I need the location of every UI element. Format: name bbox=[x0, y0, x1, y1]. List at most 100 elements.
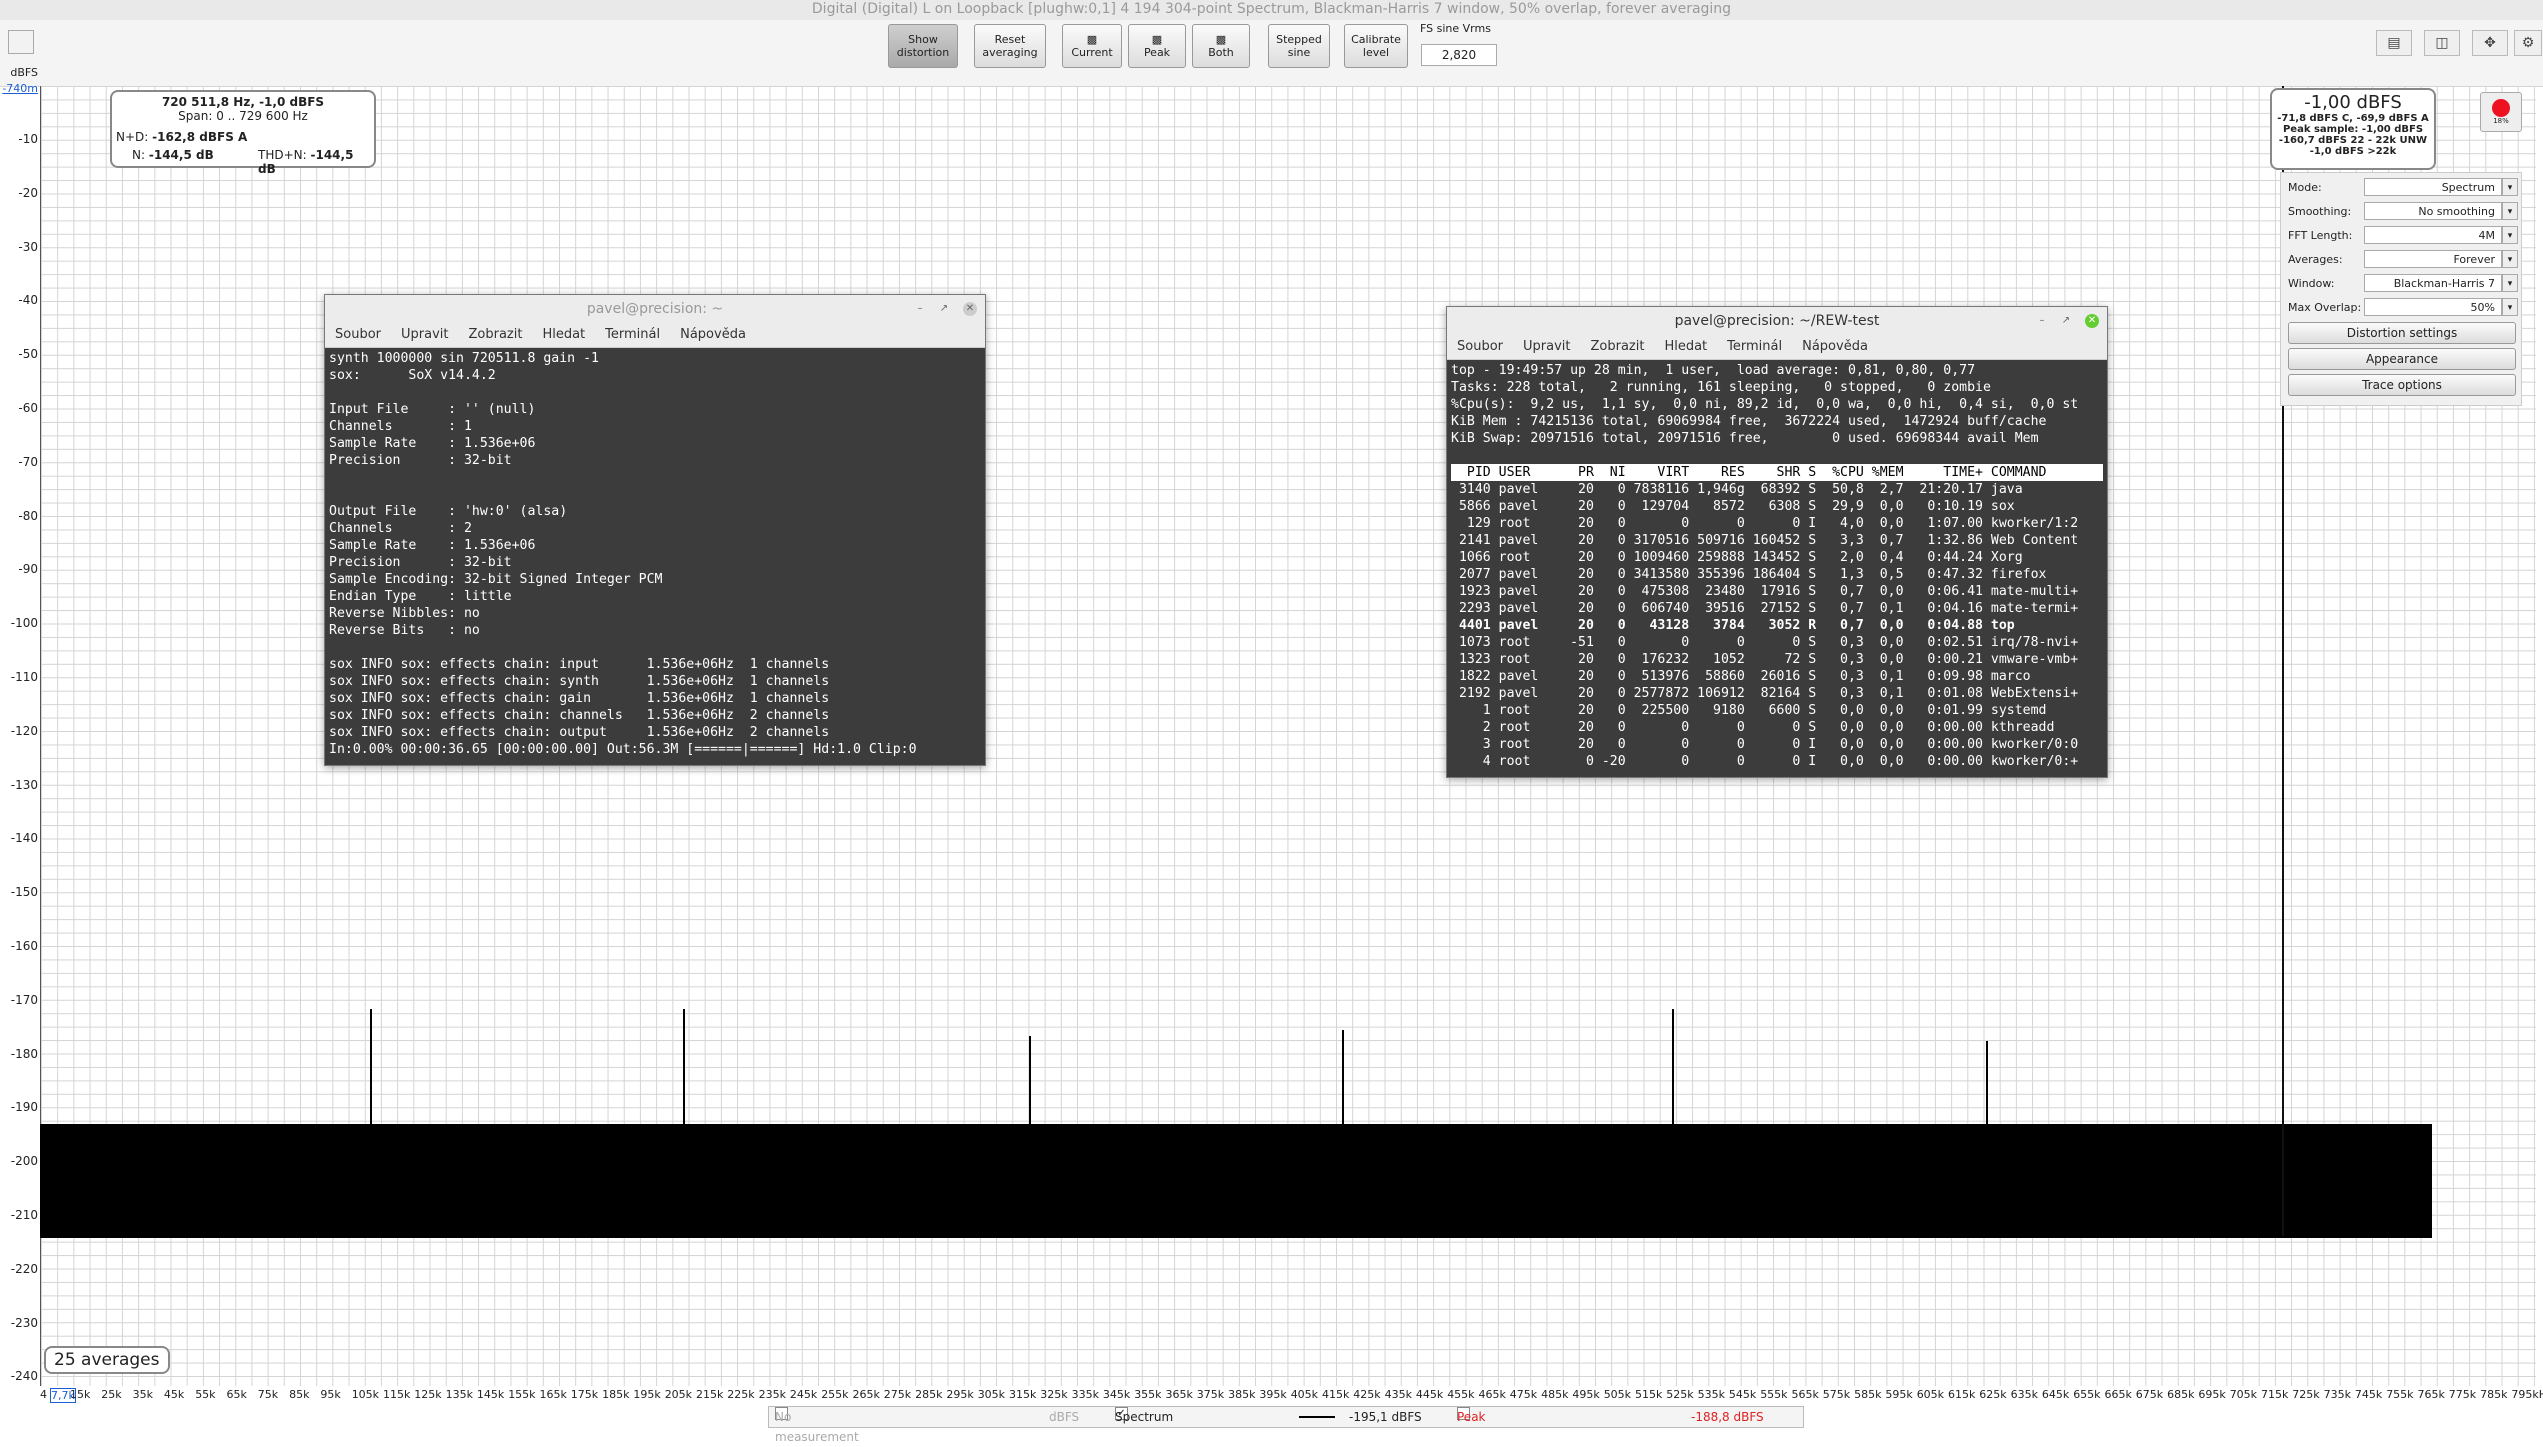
x-tick-label: 255k bbox=[821, 1388, 849, 1401]
menu-item[interactable]: Upravit bbox=[1523, 339, 1570, 354]
y-tick-label: -170 bbox=[10, 992, 38, 1007]
chevron-down-icon[interactable]: ▾ bbox=[2502, 226, 2518, 244]
y-tick-label: -150 bbox=[10, 885, 38, 900]
terminal-line: Channels : 1 bbox=[329, 419, 472, 434]
menu-item[interactable]: Hledat bbox=[1664, 339, 1707, 354]
chevron-down-icon[interactable]: ▾ bbox=[2502, 250, 2518, 268]
record-button[interactable]: 18% bbox=[2480, 92, 2522, 132]
chevron-down-icon[interactable]: ▾ bbox=[2502, 202, 2518, 220]
y-tick-label: -130 bbox=[10, 777, 38, 792]
terminal-line: sox: SoX v14.4.2 bbox=[329, 368, 496, 383]
menu-item[interactable]: Soubor bbox=[335, 327, 381, 342]
spectrum-spike bbox=[1985, 1041, 1988, 1130]
minimize-icon[interactable]: – bbox=[2035, 314, 2049, 328]
menu-item[interactable]: Nápověda bbox=[680, 327, 746, 342]
terminal-title-text: pavel@precision: ~/REW-test bbox=[1674, 313, 1880, 329]
x-tick-label: 525k bbox=[1666, 1388, 1694, 1401]
terminal-line: synth 1000000 sin 720511.8 gain -1 bbox=[329, 351, 599, 366]
x-tick-label: 485k bbox=[1541, 1388, 1569, 1401]
gear-icon[interactable]: ⚙ bbox=[2514, 30, 2542, 56]
menu-item[interactable]: Zobrazit bbox=[1590, 339, 1644, 354]
level-line4: -1,0 dBFS >22k bbox=[2309, 146, 2397, 157]
y-tick-label: -210 bbox=[10, 1208, 38, 1222]
process-row: 5866 pavel 20 0 129704 8572 6308 S 29,9 … bbox=[1451, 499, 2015, 514]
process-row: 3 root 20 0 0 0 0 I 0,0 0,0 0:00.00 kwor… bbox=[1451, 737, 2079, 752]
x-tick-label: 685k bbox=[2167, 1388, 2195, 1401]
x-tick-label: 655k bbox=[2073, 1388, 2101, 1401]
appearance-button[interactable]: Appearance bbox=[2288, 348, 2516, 370]
legend-peak-value: -188,8 dBFS bbox=[1691, 1410, 1764, 1424]
close-icon[interactable]: ✕ bbox=[2085, 314, 2099, 328]
peak-button[interactable]: ▩ Peak bbox=[1128, 24, 1186, 68]
panel-row-select[interactable]: Blackman-Harris 7 bbox=[2364, 274, 2502, 292]
level-line3: -160,7 dBFS 22 - 22k UNW bbox=[2278, 135, 2428, 146]
terminal-title: pavel@precision: ~ – ↗ ✕ bbox=[325, 295, 985, 323]
panel-row-select[interactable]: 50% bbox=[2364, 298, 2502, 316]
terminal-output[interactable]: top - 19:49:57 up 28 min, 1 user, load a… bbox=[1447, 360, 2107, 774]
fs-sine-input[interactable]: 2,820 bbox=[1421, 44, 1497, 66]
process-row: 1066 root 20 0 1009460 259888 143452 S 2… bbox=[1451, 550, 2023, 565]
x-tick-label: 295k bbox=[946, 1388, 974, 1401]
x-tick-label: 775k bbox=[2448, 1388, 2477, 1401]
y-tick-label: -110 bbox=[10, 670, 38, 684]
menu-item[interactable]: Nápověda bbox=[1802, 339, 1868, 354]
calibrate-level-button[interactable]: Calibrate level bbox=[1344, 24, 1408, 68]
menu-item[interactable]: Terminál bbox=[605, 327, 660, 342]
process-row: 2 root 20 0 0 0 0 S 0,0 0,0 0:00.00 kthr… bbox=[1451, 720, 2055, 735]
terminal-window-sox[interactable]: pavel@precision: ~ – ↗ ✕ Soubor Upravit Zo… bbox=[324, 294, 986, 766]
y-top-value[interactable]: -740m bbox=[0, 82, 38, 95]
peak-label: Peak bbox=[1143, 46, 1171, 59]
chevron-down-icon[interactable]: ▾ bbox=[2502, 298, 2518, 316]
x-tick-label: 465k bbox=[1478, 1388, 1506, 1401]
terminal-line: KiB Mem : 74215136 total, 69069984 free,… bbox=[1451, 414, 2047, 429]
distortion-settings-button[interactable]: Distortion settings bbox=[2288, 322, 2516, 344]
process-row: 1323 root 20 0 176232 1052 72 S 0,3 0,0 … bbox=[1451, 652, 2079, 667]
menu-item[interactable]: Terminál bbox=[1727, 339, 1782, 354]
chevron-down-icon[interactable]: ▾ bbox=[2502, 274, 2518, 292]
both-button[interactable]: ▩ Both bbox=[1192, 24, 1250, 68]
chevron-down-icon[interactable]: ▾ bbox=[2502, 178, 2518, 196]
trace-options-button[interactable]: Trace options bbox=[2288, 374, 2516, 396]
columns-icon[interactable]: ◫ bbox=[2424, 30, 2460, 56]
x-tick-label: 505k bbox=[1603, 1388, 1632, 1401]
x-tick-label: 305k bbox=[977, 1388, 1006, 1401]
process-row: 3140 pavel 20 0 7838116 1,946g 68392 S 5… bbox=[1451, 482, 2023, 497]
x-tick-label: 665k bbox=[2104, 1388, 2132, 1401]
terminal-window-top[interactable]: pavel@precision: ~/REW-test – ↗ ✕ Soubor… bbox=[1446, 306, 2108, 778]
close-icon[interactable]: ✕ bbox=[963, 302, 977, 316]
menu-item[interactable]: Upravit bbox=[401, 327, 448, 342]
x-tick-label: 145k bbox=[476, 1388, 505, 1401]
menu-item[interactable]: Hledat bbox=[542, 327, 585, 342]
current-button[interactable]: ▩ Current bbox=[1062, 24, 1122, 68]
show-distortion-button[interactable]: Show distortion bbox=[888, 24, 958, 68]
move-icon[interactable]: ✥ bbox=[2472, 30, 2508, 56]
x-tick-label: 125k bbox=[414, 1388, 442, 1401]
stepped-sine-button[interactable]: Stepped sine bbox=[1268, 24, 1330, 68]
x-tick-label: 515k bbox=[1635, 1388, 1663, 1401]
window-layout-icon[interactable]: ▤ bbox=[2376, 30, 2412, 56]
panel-row-label: FFT Length: bbox=[2288, 229, 2353, 242]
terminal-output[interactable]: synth 1000000 sin 720511.8 gain -1 sox: S… bbox=[325, 348, 985, 762]
x-tick-label: 445k bbox=[1415, 1388, 1444, 1401]
x-tick-label: 185k bbox=[602, 1388, 630, 1401]
reset-averaging-button[interactable]: Reset averaging bbox=[974, 24, 1046, 68]
process-row: 4401 pavel 20 0 43128 3784 3052 R 0,7 0,… bbox=[1451, 618, 2015, 633]
process-row: 1 root 20 0 225500 9180 6600 S 0,0 0,0 0… bbox=[1451, 703, 2047, 718]
camera-icon[interactable] bbox=[8, 30, 34, 54]
menu-item[interactable]: Soubor bbox=[1457, 339, 1503, 354]
minimize-icon[interactable]: – bbox=[913, 302, 927, 316]
panel-row-label: Smoothing: bbox=[2288, 205, 2352, 218]
maximize-icon[interactable]: ↗ bbox=[937, 302, 951, 316]
save-icon: ▩ bbox=[1151, 33, 1163, 46]
spectrum-spike bbox=[369, 1008, 372, 1130]
panel-row-select[interactable]: No smoothing bbox=[2364, 202, 2502, 220]
panel-row-select[interactable]: Spectrum bbox=[2364, 178, 2502, 196]
menu-item[interactable]: Zobrazit bbox=[468, 327, 522, 342]
terminal-line: Output File : 'hw:0' (alsa) bbox=[329, 504, 568, 519]
terminal-line: Sample Rate : 1.536e+06 bbox=[329, 436, 536, 451]
x-tick-label: 575k bbox=[1822, 1388, 1851, 1401]
maximize-icon[interactable]: ↗ bbox=[2059, 314, 2073, 328]
panel-row-select[interactable]: 4M bbox=[2364, 226, 2502, 244]
panel-row-select[interactable]: Forever bbox=[2364, 250, 2502, 268]
